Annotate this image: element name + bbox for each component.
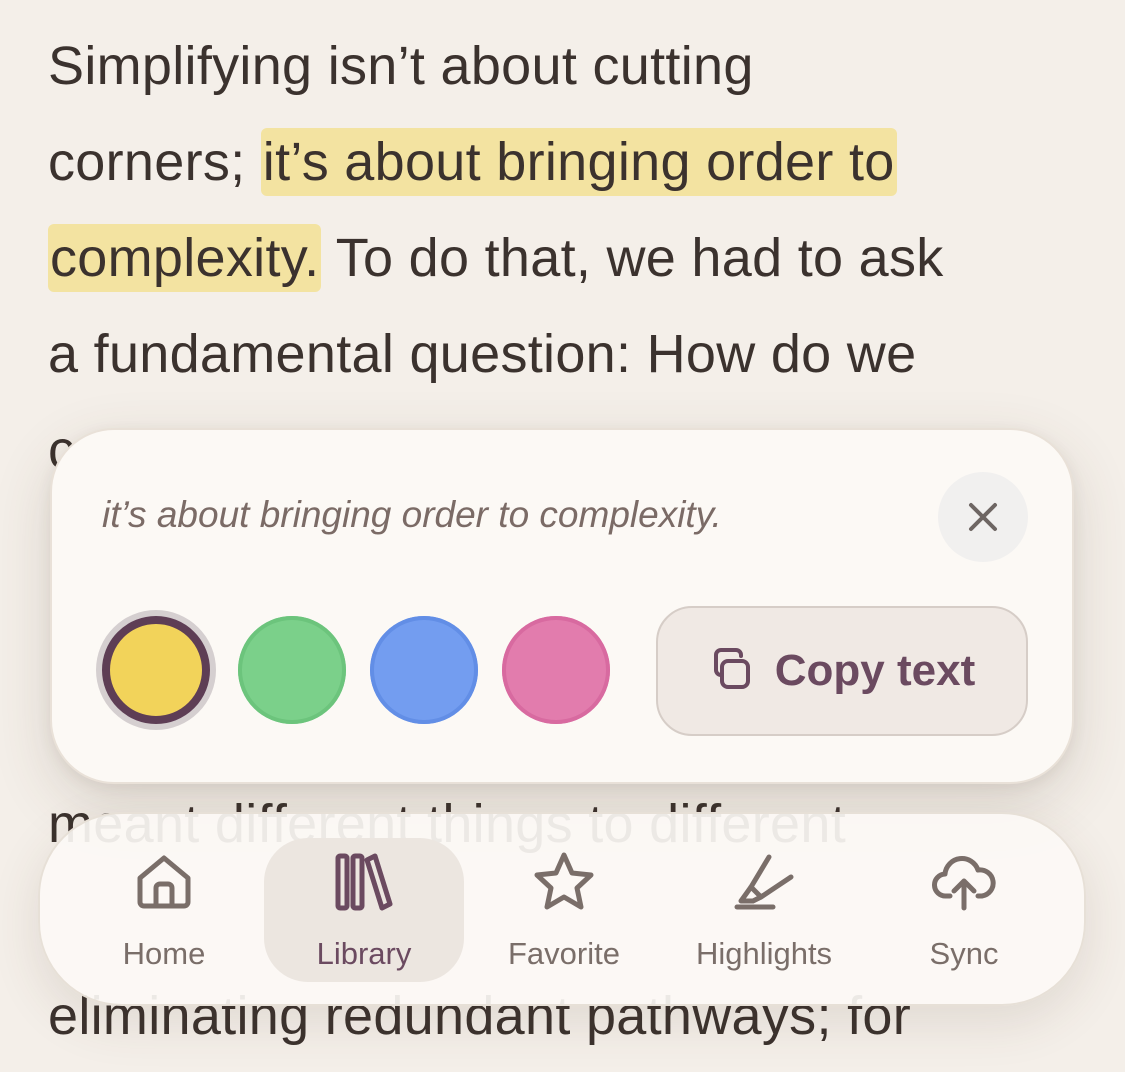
- cloud-upload-icon: [932, 850, 996, 914]
- text-line-content: Simplifying isn’t about cutting: [48, 36, 754, 96]
- close-button[interactable]: [938, 472, 1028, 562]
- text-line-content: To do that, we had to ask: [335, 228, 944, 288]
- text-line-2: corners; it’s about bringing order to: [48, 114, 897, 210]
- copy-text-button[interactable]: Copy text: [656, 606, 1028, 736]
- copy-icon: [713, 648, 750, 689]
- nav-label: Favorite: [508, 936, 620, 971]
- star-icon: [532, 850, 596, 914]
- home-icon: [134, 850, 194, 914]
- nav-label: Highlights: [695, 936, 833, 971]
- highlighted-text[interactable]: it’s about bringing order to: [260, 128, 897, 196]
- text-line-4: a fundamental question: How do we: [48, 306, 916, 402]
- text-line-content: corners;: [48, 132, 246, 192]
- color-swatch-pink[interactable]: [502, 616, 610, 724]
- bottom-nav: Home Library Favorite Highlights Sync: [38, 812, 1086, 1006]
- library-icon: [334, 850, 394, 914]
- copy-text-label: Copy text: [774, 646, 976, 695]
- nav-item-highlights[interactable]: Highlights: [664, 838, 864, 982]
- nav-label: Home: [122, 936, 206, 971]
- nav-label: Sync: [929, 936, 999, 971]
- color-swatch-blue[interactable]: [370, 616, 478, 724]
- nav-label: Library: [316, 936, 412, 971]
- highlighter-icon: [733, 850, 795, 914]
- close-icon: [969, 503, 997, 531]
- highlight-popover: it’s about bringing order to complexity.…: [50, 428, 1074, 784]
- nav-item-library[interactable]: Library: [264, 838, 464, 982]
- nav-item-favorite[interactable]: Favorite: [464, 838, 664, 982]
- nav-item-sync[interactable]: Sync: [864, 838, 1064, 982]
- nav-item-home[interactable]: Home: [64, 838, 264, 982]
- highlight-quote: it’s about bringing order to complexity.: [102, 494, 722, 535]
- color-swatch-yellow[interactable]: [102, 616, 210, 724]
- text-line-1: Simplifying isn’t about cutting: [48, 18, 754, 114]
- color-swatch-green[interactable]: [238, 616, 346, 724]
- text-line-3: complexity. To do that, we had to ask: [48, 210, 944, 306]
- text-line-content: a fundamental question: How do we: [48, 324, 917, 384]
- highlighted-text[interactable]: complexity.: [48, 224, 322, 292]
